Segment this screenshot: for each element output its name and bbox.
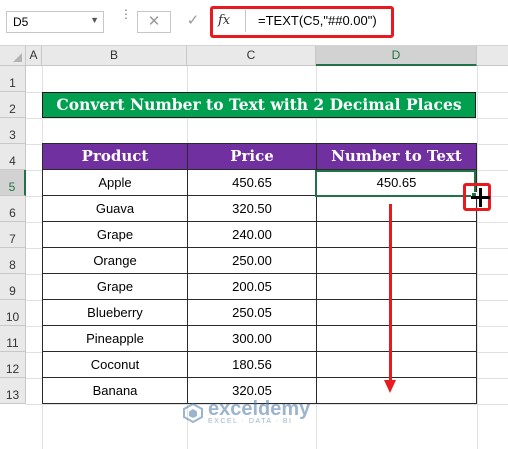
row-header-1[interactable]: 1 xyxy=(0,66,26,92)
watermark-text: exceldemy EXCEL · DATA · BI xyxy=(208,398,311,426)
name-box[interactable]: D5 ▼ xyxy=(6,11,104,33)
column-header-d[interactable]: D xyxy=(316,46,477,66)
table-cell-product[interactable]: Blueberry xyxy=(42,299,188,326)
formula-input[interactable]: =TEXT(C5,"##0.00") xyxy=(258,13,377,28)
table-cell-price[interactable]: 240.00 xyxy=(187,221,317,248)
table-cell-text[interactable] xyxy=(316,195,477,222)
table-cell-text[interactable] xyxy=(316,221,477,248)
table-cell-product[interactable]: Guava xyxy=(42,195,188,222)
select-all-corner[interactable] xyxy=(0,46,26,66)
exceldemy-logo-icon xyxy=(183,403,203,423)
table-cell-price[interactable]: 250.05 xyxy=(187,299,317,326)
sheet-title: Convert Number to Text with 2 Decimal Pl… xyxy=(42,92,476,118)
grid-line xyxy=(26,118,508,119)
table-cell-product[interactable]: Orange xyxy=(42,247,188,274)
table-header-price[interactable]: Price xyxy=(187,143,317,170)
table-cell-product[interactable]: Pineapple xyxy=(42,325,188,352)
row-header-10[interactable]: 10 xyxy=(0,300,26,326)
row-header-12[interactable]: 12 xyxy=(0,352,26,378)
column-header-a[interactable]: A xyxy=(26,46,42,66)
table-cell-product[interactable]: Banana xyxy=(42,377,188,404)
drag-arrow-icon xyxy=(389,204,392,382)
table-cell-product[interactable]: Coconut xyxy=(42,351,188,378)
grid-line xyxy=(477,66,478,449)
function-icon[interactable]: fx xyxy=(218,13,230,28)
table-cell-price[interactable]: 320.50 xyxy=(187,195,317,222)
table-header-number-to-text[interactable]: Number to Text xyxy=(316,143,477,170)
table-cell-text[interactable] xyxy=(316,247,477,274)
table-cell-price[interactable]: 180.56 xyxy=(187,351,317,378)
active-cell-selection xyxy=(315,170,476,197)
row-header-6[interactable]: 6 xyxy=(0,196,26,222)
column-header-b[interactable]: B xyxy=(42,46,187,66)
select-all-icon xyxy=(13,53,22,62)
table-cell-product[interactable]: Apple xyxy=(42,169,188,196)
row-header-3[interactable]: 3 xyxy=(0,118,26,144)
formula-bar: D5 ▼ ⋮ ✕ ✓ fx =TEXT(C5,"##0.00") xyxy=(0,0,508,46)
row-header-5[interactable]: 5 xyxy=(0,170,26,196)
table-cell-product[interactable]: Grape xyxy=(42,221,188,248)
table-cell-price[interactable]: 250.00 xyxy=(187,247,317,274)
table-cell-text[interactable] xyxy=(316,325,477,352)
table-header-product[interactable]: Product xyxy=(42,143,188,170)
formula-divider xyxy=(245,10,246,32)
watermark-name: exceldemy xyxy=(208,398,311,420)
fill-handle-cursor-icon-bar xyxy=(471,196,490,199)
table-cell-price[interactable]: 200.05 xyxy=(187,273,317,300)
row-header-11[interactable]: 11 xyxy=(0,326,26,352)
name-box-value: D5 xyxy=(13,15,29,29)
table-cell-text[interactable] xyxy=(316,273,477,300)
drag-handle-icon[interactable]: ⋮ xyxy=(120,8,132,20)
row-header-2[interactable]: 2 xyxy=(0,92,26,118)
row-header-13[interactable]: 13 xyxy=(0,378,26,404)
row-header-7[interactable]: 7 xyxy=(0,222,26,248)
row-header-9[interactable]: 9 xyxy=(0,274,26,300)
chevron-down-icon[interactable]: ▼ xyxy=(90,15,99,25)
table-cell-product[interactable]: Grape xyxy=(42,273,188,300)
row-header-4[interactable]: 4 xyxy=(0,144,26,170)
column-header-e[interactable] xyxy=(477,46,508,66)
table-cell-text[interactable] xyxy=(316,377,477,404)
watermark: exceldemy EXCEL · DATA · BI xyxy=(183,398,311,426)
table-cell-text[interactable] xyxy=(316,299,477,326)
table-cell-price[interactable]: 300.00 xyxy=(187,325,317,352)
table-cell-price[interactable]: 450.65 xyxy=(187,169,317,196)
drag-arrow-head-icon xyxy=(384,380,396,393)
column-header-c[interactable]: C xyxy=(187,46,316,66)
row-header-8[interactable]: 8 xyxy=(0,248,26,274)
table-cell-text[interactable] xyxy=(316,351,477,378)
enter-icon[interactable]: ✓ xyxy=(176,11,210,33)
cancel-icon[interactable]: ✕ xyxy=(137,11,171,33)
